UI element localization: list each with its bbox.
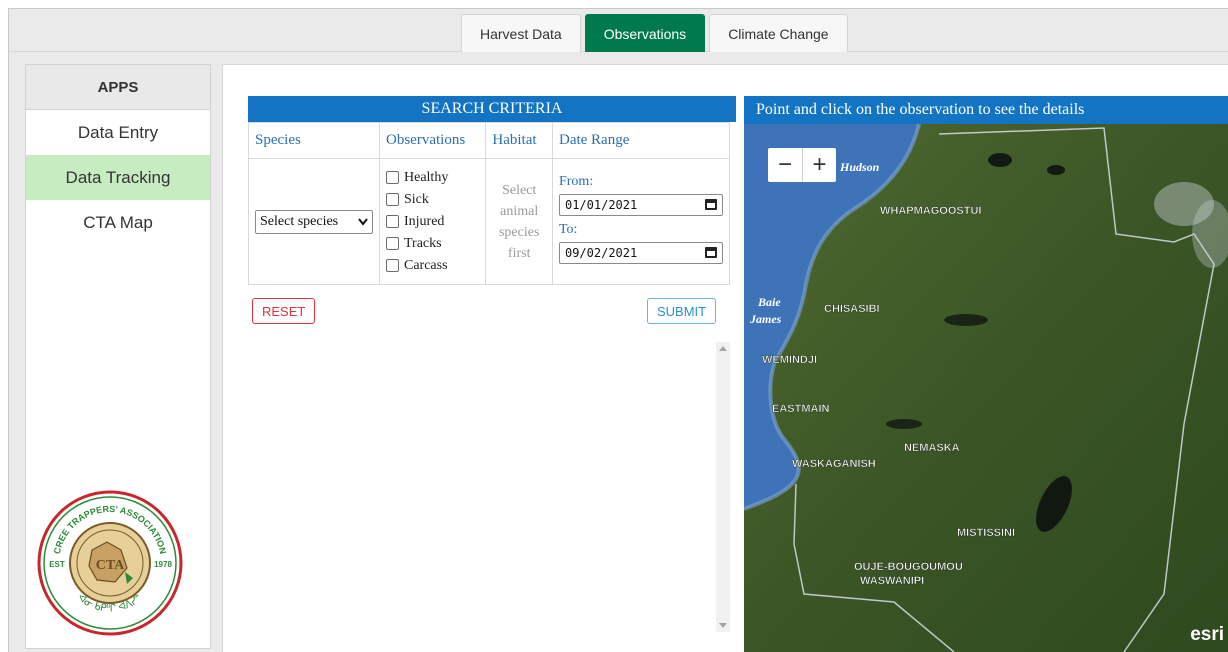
map-panel: Point and click on the observation to se… bbox=[744, 96, 1228, 652]
checkbox-label: Carcass bbox=[404, 257, 448, 273]
lake bbox=[1047, 165, 1065, 175]
place-label-chisasibi[interactable]: CHISASIBI bbox=[824, 303, 880, 315]
date-to-input[interactable]: 09/02/2021 bbox=[558, 241, 723, 264]
place-label-waswanipi[interactable]: WASWANIPI bbox=[860, 575, 925, 587]
species-select-value: Select species bbox=[260, 213, 339, 229]
checkbox-label: Injured bbox=[404, 213, 445, 229]
checkbox-label: Sick bbox=[404, 191, 429, 207]
column-header-habitat: Habitat bbox=[485, 122, 553, 159]
checkbox-carcass[interactable]: Carcass bbox=[386, 255, 479, 277]
map-zoom-control: − + bbox=[768, 148, 836, 182]
habitat-hint: Select animal species first bbox=[492, 180, 546, 264]
water-label: Hudson bbox=[839, 160, 880, 174]
search-panel: SEARCH CRITERIA Species Observations Hab… bbox=[248, 96, 736, 652]
apps-sidebar: APPS Data Entry Data Tracking CTA Map CR… bbox=[25, 64, 211, 649]
map-canvas[interactable]: Hudson Baie James WHAPMAGOOSTUI CHISASIBI WE… bbox=[744, 124, 1228, 652]
cree-trappers-association-logo: CREE TRAPPERS' ASSOCIATION ᐊᓂ ᑲᑭᐦᒋ ᐊᐱᓯᓐ … bbox=[37, 490, 183, 636]
sidebar-header: APPS bbox=[26, 65, 210, 110]
tab-bar: Harvest Data Observations Climate Change bbox=[461, 14, 848, 52]
logo-year-text: 1978 bbox=[154, 560, 172, 569]
habitat-hint-line: animal bbox=[500, 203, 539, 219]
checkbox-box[interactable] bbox=[386, 215, 399, 228]
reset-button[interactable]: RESET bbox=[252, 298, 316, 324]
scroll-up-arrow-icon[interactable] bbox=[719, 346, 727, 351]
map-instructions-title: Point and click on the observation to se… bbox=[744, 96, 1228, 124]
place-label-wemindji[interactable]: WEMINDJI bbox=[762, 354, 817, 366]
place-label-ouje-bougoumou[interactable]: OUJE-BOUGOUMOU bbox=[854, 561, 963, 573]
zoom-in-button[interactable]: + bbox=[802, 148, 836, 182]
lake bbox=[988, 153, 1012, 167]
species-select[interactable]: Select species bbox=[255, 209, 373, 234]
water-label: James bbox=[749, 312, 782, 326]
esri-attribution-logo: esri bbox=[1190, 624, 1224, 645]
checkbox-healthy[interactable]: Healthy bbox=[386, 167, 479, 189]
habitat-hint-line: species bbox=[498, 224, 540, 240]
observations-cell: Healthy Sick Injured Tracks Carcass bbox=[378, 158, 487, 285]
sidebar-item-data-entry[interactable]: Data Entry bbox=[26, 110, 210, 155]
date-from-input[interactable]: 01/01/2021 bbox=[558, 193, 723, 216]
place-label-nemaska[interactable]: NEMASKA bbox=[904, 442, 960, 454]
date-range-cell: From: 01/01/2021 To: 09/02/2021 bbox=[551, 158, 731, 285]
search-criteria-title: SEARCH CRITERIA bbox=[248, 96, 736, 122]
date-to-value: 09/02/2021 bbox=[564, 245, 638, 260]
checkbox-injured[interactable]: Injured bbox=[386, 211, 479, 233]
submit-button[interactable]: SUBMIT bbox=[647, 298, 717, 324]
sidebar-item-cta-map[interactable]: CTA Map bbox=[26, 200, 210, 245]
place-label-eastmain[interactable]: EASTMAIN bbox=[772, 403, 830, 415]
column-header-observations: Observations bbox=[378, 122, 487, 159]
column-header-date-range: Date Range bbox=[551, 122, 731, 159]
chevron-down-icon bbox=[358, 217, 368, 226]
top-navigation-bar: Harvest Data Observations Climate Change bbox=[9, 9, 1228, 52]
calendar-icon[interactable] bbox=[704, 247, 717, 258]
search-criteria-table: Species Observations Habitat Date Range … bbox=[248, 122, 731, 285]
checkbox-label: Healthy bbox=[404, 169, 449, 185]
sidebar-item-data-tracking[interactable]: Data Tracking bbox=[26, 155, 210, 200]
calendar-icon[interactable] bbox=[704, 199, 717, 210]
logo-est-text: EST bbox=[49, 560, 65, 569]
lake bbox=[944, 314, 988, 326]
checkbox-box[interactable] bbox=[386, 237, 399, 250]
habitat-cell: Select animal species first bbox=[485, 158, 553, 285]
date-from-label: From: bbox=[558, 173, 594, 189]
water-label: Baie bbox=[757, 295, 781, 309]
checkbox-box[interactable] bbox=[386, 193, 399, 206]
place-label-waskaganish[interactable]: WASKAGANISH bbox=[792, 458, 876, 470]
species-cell: Select species bbox=[248, 158, 380, 285]
column-header-species: Species bbox=[248, 122, 380, 159]
date-from-value: 01/01/2021 bbox=[564, 197, 638, 212]
results-scrollbar[interactable] bbox=[716, 342, 730, 632]
zoom-out-button[interactable]: − bbox=[768, 148, 802, 182]
checkbox-label: Tracks bbox=[404, 235, 442, 251]
checkbox-box[interactable] bbox=[386, 171, 399, 184]
tab-harvest-data[interactable]: Harvest Data bbox=[461, 14, 581, 52]
tab-observations[interactable]: Observations bbox=[584, 14, 706, 52]
results-list bbox=[248, 336, 730, 652]
date-to-label: To: bbox=[558, 221, 578, 237]
habitat-hint-line: first bbox=[507, 245, 531, 261]
satellite-map[interactable]: Hudson Baie James WHAPMAGOOSTUI CHISASIBI WE… bbox=[744, 124, 1228, 652]
habitat-hint-line: Select bbox=[502, 182, 537, 198]
logo-center-text: CTA bbox=[96, 558, 125, 573]
tab-climate-change[interactable]: Climate Change bbox=[709, 14, 848, 52]
checkbox-sick[interactable]: Sick bbox=[386, 189, 479, 211]
checkbox-box[interactable] bbox=[386, 259, 399, 272]
lake bbox=[886, 419, 922, 429]
scroll-down-arrow-icon[interactable] bbox=[719, 623, 727, 628]
place-label-whapmagoostui[interactable]: WHAPMAGOOSTUI bbox=[880, 205, 982, 217]
checkbox-tracks[interactable]: Tracks bbox=[386, 233, 479, 255]
place-label-mistissini[interactable]: MISTISSINI bbox=[957, 527, 1015, 539]
